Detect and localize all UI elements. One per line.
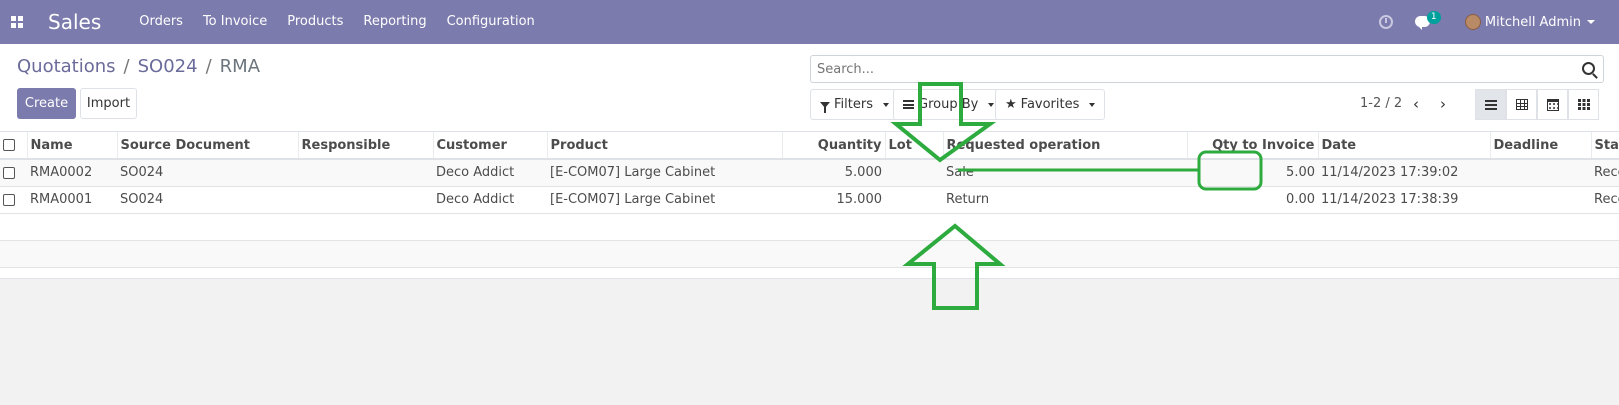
cell-state: Received — [1591, 186, 1619, 214]
control-panel: Quotations / SO024 / RMA Create Import F… — [0, 44, 1619, 132]
chat-count-badge: 1 — [1426, 11, 1441, 24]
empty-row — [0, 240, 1619, 268]
cell-source: SO024 — [117, 159, 298, 187]
create-button[interactable]: Create — [17, 88, 76, 119]
menu-to-invoice[interactable]: To Invoice — [193, 0, 277, 44]
cell-product: [E-COM07] Large Cabinet — [547, 159, 782, 187]
cell-quantity: 5.000 — [782, 159, 885, 187]
cell-deadline — [1490, 159, 1591, 187]
group-by-label: Group By — [918, 97, 979, 112]
cell-source: SO024 — [117, 186, 298, 214]
avatar[interactable] — [1464, 14, 1481, 30]
cell-quantity: 15.000 — [782, 186, 885, 214]
table-header-row: Name Source Document Responsible Custome… — [0, 132, 1619, 160]
pivot-view-icon — [1515, 99, 1528, 110]
search-box — [810, 55, 1604, 83]
breadcrumb: Quotations / SO024 / RMA — [17, 56, 260, 77]
cell-deadline — [1490, 186, 1591, 214]
app-name[interactable]: Sales — [48, 10, 101, 34]
user-name[interactable]: Mitchell Admin — [1485, 15, 1581, 30]
chevron-down-icon — [882, 102, 889, 107]
list-view-icon — [1484, 99, 1497, 110]
group-by-button[interactable]: Group By — [893, 89, 1005, 120]
pivot-view-button[interactable] — [1506, 89, 1537, 120]
cell-responsible — [298, 159, 433, 187]
user-menu-caret-icon[interactable] — [1587, 20, 1595, 24]
search-input[interactable] — [817, 60, 1557, 78]
filters-button[interactable]: Filters — [810, 89, 899, 120]
col-name[interactable]: Name — [27, 132, 118, 160]
menu-configuration[interactable]: Configuration — [437, 0, 545, 44]
search-icon[interactable] — [1582, 62, 1595, 75]
cell-customer: Deco Addict — [433, 159, 547, 187]
cell-customer: Deco Addict — [433, 186, 547, 214]
menu-products[interactable]: Products — [277, 0, 353, 44]
col-requested-operation[interactable]: Requested operation — [943, 132, 1188, 160]
menu-reporting[interactable]: Reporting — [353, 0, 436, 44]
breadcrumb-separator: / — [205, 56, 212, 77]
col-lot[interactable]: Lot — [885, 132, 944, 160]
apps-menu-icon[interactable] — [0, 0, 34, 44]
calendar-view-button[interactable] — [1537, 89, 1568, 120]
calendar-view-icon — [1546, 98, 1559, 111]
breadcrumb-quotations[interactable]: Quotations — [17, 56, 116, 77]
table-row[interactable]: RMA0001 SO024 Deco Addict [E-COM07] Larg… — [0, 186, 1619, 214]
row-checkbox[interactable] — [3, 193, 15, 206]
chevron-down-icon — [1089, 102, 1096, 107]
filters-label: Filters — [834, 97, 873, 112]
top-navbar: Sales Orders To Invoice Products Reporti… — [0, 0, 1619, 44]
kanban-view-button[interactable] — [1568, 89, 1599, 120]
table-row[interactable]: RMA0002 SO024 Deco Addict [E-COM07] Larg… — [0, 159, 1619, 187]
col-source-document[interactable]: Source Document — [117, 132, 299, 160]
cell-lot — [885, 186, 943, 214]
row-checkbox[interactable] — [3, 166, 15, 179]
col-product[interactable]: Product — [547, 132, 783, 160]
favorites-button[interactable]: ★ Favorites — [995, 89, 1106, 120]
cell-lot — [885, 159, 943, 187]
activity-clock-icon[interactable] — [1378, 15, 1393, 29]
rma-list-table: Name Source Document Responsible Custome… — [0, 132, 1619, 279]
cell-date: 11/14/2023 17:38:39 — [1318, 186, 1490, 214]
pager-previous-icon[interactable]: ‹ — [1408, 95, 1424, 113]
breadcrumb-rma: RMA — [219, 56, 261, 77]
list-view-button[interactable] — [1475, 89, 1506, 120]
filter-funnel-icon — [820, 101, 830, 113]
cell-product: [E-COM07] Large Cabinet — [547, 186, 782, 214]
select-all-checkbox-cell[interactable] — [0, 132, 28, 160]
pager-next-icon[interactable]: › — [1435, 95, 1451, 113]
kanban-view-icon — [1577, 99, 1590, 110]
select-all-checkbox[interactable] — [3, 139, 15, 151]
col-quantity[interactable]: Quantity — [782, 132, 886, 160]
menu-orders[interactable]: Orders — [129, 0, 193, 44]
cell-name: RMA0001 — [27, 186, 117, 214]
cell-date: 11/14/2023 17:39:02 — [1318, 159, 1490, 187]
breadcrumb-so024[interactable]: SO024 — [138, 56, 198, 77]
empty-row — [0, 213, 1619, 241]
cell-operation: Sale — [943, 159, 1187, 187]
pager-value[interactable]: 1-2 / 2 — [1360, 96, 1402, 111]
breadcrumb-separator: / — [123, 56, 130, 77]
favorites-label: Favorites — [1020, 97, 1080, 112]
star-icon: ★ — [1005, 97, 1017, 112]
import-button[interactable]: Import — [80, 88, 137, 119]
cell-qty-invoice: 0.00 — [1187, 186, 1318, 214]
cell-qty-invoice: 5.00 — [1187, 159, 1318, 187]
col-responsible[interactable]: Responsible — [298, 132, 434, 160]
cell-operation: Return — [943, 186, 1187, 214]
messaging-button[interactable]: 1 — [1414, 11, 1441, 32]
col-date[interactable]: Date — [1318, 132, 1491, 160]
col-customer[interactable]: Customer — [433, 132, 548, 160]
cell-name: RMA0002 — [27, 159, 117, 187]
group-by-icon — [903, 100, 914, 109]
cell-responsible — [298, 186, 433, 214]
col-qty-to-invoice[interactable]: Qty to Invoice — [1187, 132, 1319, 160]
col-state[interactable]: State — [1591, 132, 1619, 160]
empty-list-area — [0, 279, 1619, 405]
col-deadline[interactable]: Deadline — [1490, 132, 1592, 160]
chevron-down-icon — [988, 102, 995, 107]
cell-state: Received — [1591, 159, 1619, 187]
